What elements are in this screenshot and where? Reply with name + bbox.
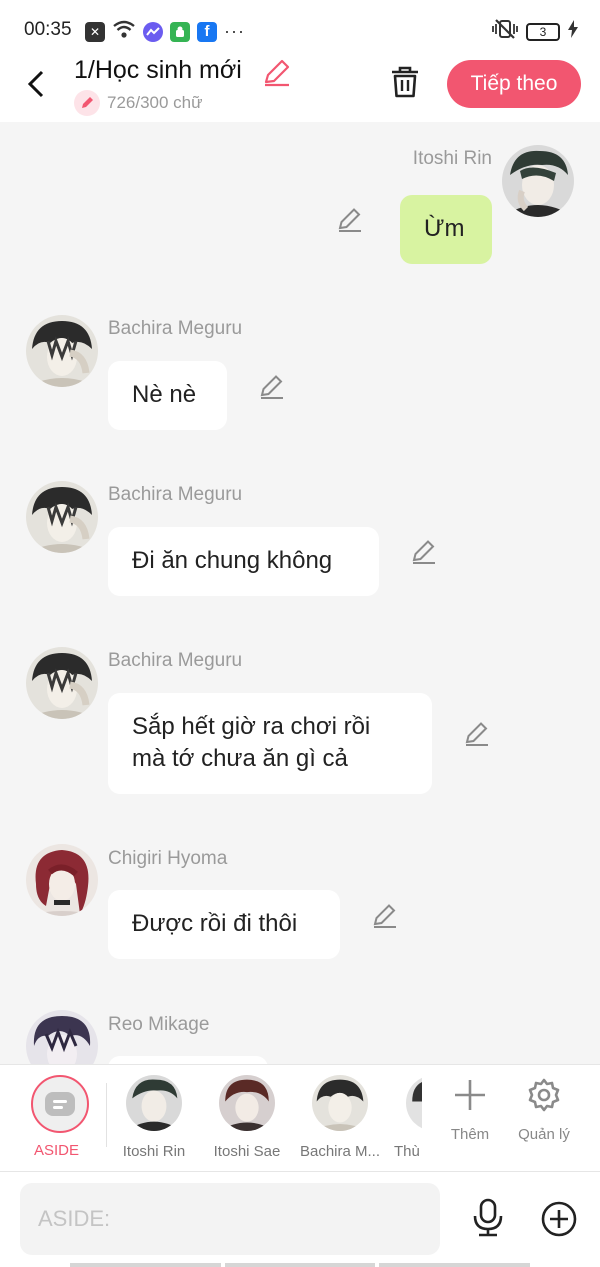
divider — [106, 1083, 107, 1147]
word-count-pencil-icon — [74, 90, 100, 116]
aside-button[interactable] — [31, 1075, 89, 1133]
sender-name: Bachira Meguru — [108, 650, 243, 671]
character-label: Itoshi Rin — [122, 1143, 186, 1160]
facebook-icon: f — [197, 21, 217, 42]
avatar[interactable] — [502, 145, 574, 217]
header-bar: 1/Học sinh mới 726/300 chữ Tiếp theo — [0, 50, 600, 122]
charging-icon — [568, 20, 578, 43]
message-bubble[interactable]: Ừm — [400, 195, 492, 264]
avatar[interactable] — [26, 315, 98, 387]
pencil-icon — [373, 904, 396, 928]
message-bubble[interactable] — [108, 1056, 268, 1064]
sender-name: Itoshi Rin — [412, 148, 492, 169]
avatar[interactable] — [26, 1010, 98, 1064]
message-bubble[interactable]: Đi ăn chung không — [108, 527, 379, 596]
sender-name: Chigiri Hyoma — [108, 848, 228, 869]
pencil-icon — [264, 59, 290, 87]
character-bachira-meguru[interactable]: Bachira M... — [295, 1075, 385, 1160]
navigation-hint — [70, 1263, 531, 1267]
edit-message-button[interactable] — [371, 902, 399, 930]
avatar[interactable] — [26, 844, 98, 916]
plus-icon — [455, 1080, 485, 1110]
next-button[interactable]: Tiếp theo — [447, 60, 581, 108]
add-character-button[interactable]: Thêm — [435, 1077, 505, 1143]
close-box-icon: ✕ — [85, 21, 105, 42]
sender-name: Reo Mikage — [108, 1014, 210, 1035]
character-itoshi-sae[interactable]: Itoshi Sae — [202, 1075, 292, 1160]
status-time: 00:35 — [24, 19, 72, 40]
message-input[interactable] — [20, 1183, 440, 1255]
avatar — [406, 1075, 422, 1131]
pencil-icon — [412, 540, 435, 564]
chat-area[interactable]: Itoshi Rin Ừm Bachira Meguru Nè nè Bachi… — [0, 122, 600, 1064]
sender-name: Bachira Meguru — [108, 318, 243, 339]
chat-bubble-icon — [45, 1092, 75, 1116]
message-bubble[interactable]: Được rồi đi thôi — [108, 890, 340, 959]
back-button[interactable] — [22, 64, 52, 104]
more-icon: ··· — [224, 21, 245, 41]
input-row — [0, 1172, 600, 1267]
avatar — [219, 1075, 275, 1131]
message-line: Sắp hết giờ ra chơi rồi — [132, 713, 371, 740]
edit-message-button[interactable] — [463, 720, 491, 748]
manage-label: Quản lý — [518, 1126, 570, 1143]
word-count: 726/300 chữ — [107, 93, 203, 112]
avatar[interactable] — [26, 647, 98, 719]
edit-title-button[interactable] — [262, 58, 292, 88]
screen: 00:35 ✕ f ··· 3 1/Học sinh mới 726/300 c… — [0, 0, 600, 1267]
sender-name: Bachira Meguru — [108, 484, 243, 505]
edit-message-button[interactable] — [258, 373, 286, 401]
page-title: 1/Học sinh mới — [74, 56, 242, 84]
plus-circle-icon — [541, 1201, 577, 1237]
android-icon — [170, 21, 190, 42]
avatar — [312, 1075, 368, 1131]
avatar — [126, 1075, 182, 1131]
add-label: Thêm — [450, 1126, 490, 1143]
avatar[interactable] — [26, 481, 98, 553]
character-label: Itoshi Sae — [213, 1143, 281, 1160]
microphone-icon — [473, 1198, 503, 1237]
status-system-icons: 3 — [492, 18, 578, 45]
chevron-left-icon — [27, 70, 44, 98]
pencil-icon — [465, 722, 488, 746]
pencil-icon — [260, 375, 283, 399]
gear-icon — [528, 1078, 560, 1112]
message-bubble[interactable]: Sắp hết giờ ra chơi rồi mà tớ chưa ăn gì… — [108, 693, 432, 794]
trash-icon — [392, 66, 418, 98]
manage-button[interactable]: Quản lý — [509, 1077, 579, 1143]
aside-label: ASIDE — [34, 1142, 80, 1159]
edit-message-button[interactable] — [410, 538, 438, 566]
wifi-icon — [112, 19, 136, 44]
character-partial[interactable]: Thù — [388, 1075, 422, 1160]
edit-message-button[interactable] — [336, 206, 364, 234]
character-label: Bachira M... — [299, 1143, 381, 1160]
delete-button[interactable] — [388, 64, 422, 100]
character-label: Thù — [394, 1143, 420, 1160]
status-notification-icons: ✕ f ··· — [85, 19, 245, 44]
voice-input-button[interactable] — [470, 1198, 506, 1238]
battery-indicator: 3 — [526, 22, 560, 41]
pencil-icon — [338, 208, 361, 232]
message-line: mà tớ chưa ăn gì cả — [132, 745, 348, 772]
character-selector-bar: ASIDE Itoshi Rin Itoshi Sae Bachira M...… — [0, 1064, 600, 1172]
vibrate-off-icon — [492, 18, 518, 45]
message-bubble[interactable]: Nè nè — [108, 361, 227, 430]
messenger-icon — [143, 21, 163, 42]
character-itoshi-rin[interactable]: Itoshi Rin — [109, 1075, 199, 1160]
more-options-button[interactable] — [540, 1200, 578, 1238]
